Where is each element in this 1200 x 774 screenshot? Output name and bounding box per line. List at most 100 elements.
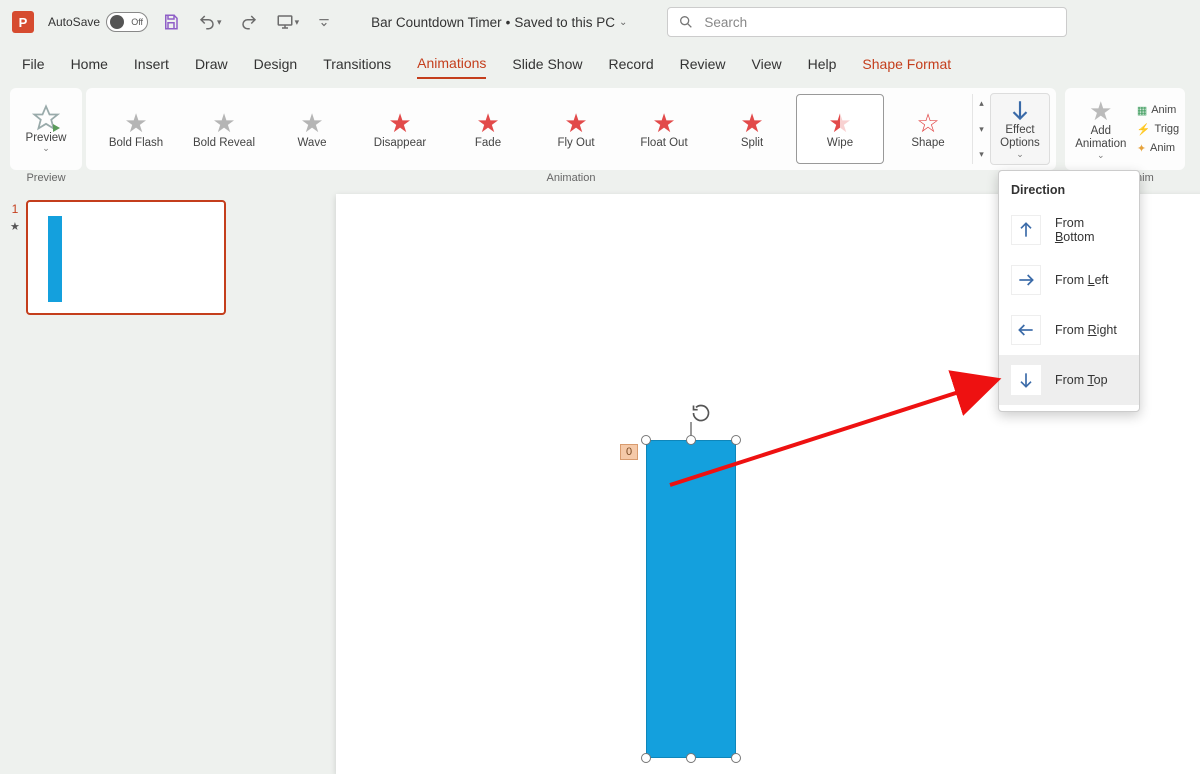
anim-bold-reveal[interactable]: ★ Bold Reveal [180, 94, 268, 164]
effect-options-button[interactable]: Effect Options ⌄ [990, 93, 1050, 165]
resize-handle-se[interactable] [731, 753, 741, 763]
star-icon: ★ [210, 109, 238, 137]
thumb-meta: 1 ★ [10, 200, 20, 315]
direction-from-bottom[interactable]: From Bottom [999, 205, 1139, 255]
undo-icon[interactable]: ▾ [198, 13, 222, 31]
arrow-up-icon [1011, 215, 1041, 245]
app-icon: P [12, 11, 34, 33]
anim-label: Wave [298, 137, 327, 149]
title-bar: P AutoSave Off ▾ ▾ Bar Countdown Timer •… [0, 0, 1200, 44]
anim-fly-out[interactable]: ★ Fly Out [532, 94, 620, 164]
star-icon: ★ [386, 109, 414, 137]
adv-label: Anim [1151, 104, 1176, 116]
toggle-state: Off [131, 17, 143, 27]
slide-number: 1 [12, 202, 19, 216]
direction-from-top[interactable]: From Top [999, 355, 1139, 405]
save-icon[interactable] [162, 13, 180, 31]
gallery-scroll: ▴ ▾ ▾ [972, 94, 990, 164]
anim-bold-flash[interactable]: ★ Bold Flash [92, 94, 180, 164]
preview-button[interactable]: Preview ⌄ [16, 93, 76, 165]
anim-float-out[interactable]: ★ Float Out [620, 94, 708, 164]
tab-file[interactable]: File [22, 50, 45, 78]
redo-icon[interactable] [240, 13, 258, 31]
animation-gallery: ★ Bold Flash ★ Bold Reveal ★ Wave ★ Disa… [92, 94, 990, 164]
autosave-toggle[interactable]: AutoSave Off [48, 12, 148, 32]
anim-disappear[interactable]: ★ Disappear [356, 94, 444, 164]
add-animation-label: Add Animation [1071, 125, 1131, 150]
star-icon: ★ [826, 109, 854, 137]
anim-fade[interactable]: ★ Fade [444, 94, 532, 164]
slide-thumbnail-1[interactable]: 1 ★ [10, 200, 240, 315]
group-label-preview: Preview [26, 170, 65, 184]
preview-star-icon [32, 104, 60, 132]
chevron-down-icon: ⌄ [619, 17, 627, 28]
resize-handle-s[interactable] [686, 753, 696, 763]
star-icon: ★ [562, 109, 590, 137]
search-input[interactable]: Search [667, 7, 1067, 37]
resize-handle-sw[interactable] [641, 753, 651, 763]
trigger-icon: ⚡ [1137, 123, 1151, 136]
tab-draw[interactable]: Draw [195, 50, 228, 78]
gallery-scroll-up[interactable]: ▴ [979, 98, 984, 109]
thumbnail-image[interactable] [26, 200, 226, 315]
direction-label: From Left [1055, 273, 1109, 287]
arrow-right-icon [1011, 265, 1041, 295]
resize-handle-nw[interactable] [641, 435, 651, 445]
anim-label: Shape [911, 137, 944, 149]
painter-icon: ✦ [1137, 142, 1146, 155]
animation-pane-button[interactable]: ▦Anim [1137, 104, 1179, 117]
direction-from-right[interactable]: From Right [999, 305, 1139, 355]
adv-label: Anim [1150, 142, 1175, 154]
animation-painter-button[interactable]: ✦ Anim [1137, 142, 1179, 155]
star-plus-icon: ★ [1087, 97, 1115, 125]
tab-design[interactable]: Design [254, 50, 298, 78]
gallery-expand[interactable]: ▾ [979, 149, 984, 160]
dropdown-header: Direction [999, 177, 1139, 205]
tab-help[interactable]: Help [808, 50, 837, 78]
arrow-left-icon [1011, 315, 1041, 345]
group-preview: Preview ⌄ Preview [10, 88, 82, 184]
anim-split[interactable]: ★ Split [708, 94, 796, 164]
has-animation-icon: ★ [10, 220, 20, 233]
trigger-button[interactable]: ⚡ Trigg [1137, 123, 1179, 136]
search-placeholder: Search [704, 15, 747, 30]
group-label-animation: Animation [547, 170, 596, 184]
direction-label: From Right [1055, 323, 1117, 337]
direction-label: From Top [1055, 373, 1108, 387]
tab-animations[interactable]: Animations [417, 49, 486, 79]
tab-record[interactable]: Record [608, 50, 653, 78]
resize-handle-n[interactable] [686, 435, 696, 445]
tab-view[interactable]: View [752, 50, 782, 78]
anim-label: Bold Flash [109, 137, 163, 149]
resize-handle-ne[interactable] [731, 435, 741, 445]
qat-overflow-icon[interactable] [317, 15, 331, 29]
direction-from-left[interactable]: From Left [999, 255, 1139, 305]
adv-label: Trigg [1155, 123, 1180, 135]
anim-label: Wipe [827, 137, 853, 149]
doc-name: Bar Countdown Timer [371, 15, 502, 30]
gallery-scroll-down[interactable]: ▾ [979, 124, 984, 135]
anim-shape[interactable]: ☆ Shape [884, 94, 972, 164]
tab-home[interactable]: Home [71, 50, 108, 78]
quick-access-toolbar: ▾ ▾ [162, 13, 331, 31]
star-icon: ★ [650, 109, 678, 137]
tab-transitions[interactable]: Transitions [323, 50, 391, 78]
document-title[interactable]: Bar Countdown Timer • Saved to this PC ⌄ [371, 15, 627, 30]
toggle-switch[interactable]: Off [106, 12, 148, 32]
rotate-handle-icon[interactable] [691, 403, 711, 423]
anim-label: Fly Out [557, 137, 594, 149]
slideshow-icon[interactable]: ▾ [276, 13, 300, 31]
anim-label: Float Out [640, 137, 687, 149]
selected-rectangle-shape[interactable] [646, 440, 736, 758]
tab-slideshow[interactable]: Slide Show [512, 50, 582, 78]
effect-options-label: Effect Options [991, 124, 1049, 149]
tab-insert[interactable]: Insert [134, 50, 169, 78]
tab-review[interactable]: Review [680, 50, 726, 78]
anim-wave[interactable]: ★ Wave [268, 94, 356, 164]
animation-order-tag[interactable]: 0 [620, 444, 638, 460]
doc-status: Saved to this PC [514, 15, 615, 30]
tab-shape-format[interactable]: Shape Format [862, 50, 951, 78]
anim-wipe[interactable]: ★ Wipe [796, 94, 884, 164]
anim-order-value: 0 [626, 446, 632, 458]
add-animation-button[interactable]: ★ Add Animation ⌄ [1071, 93, 1131, 165]
